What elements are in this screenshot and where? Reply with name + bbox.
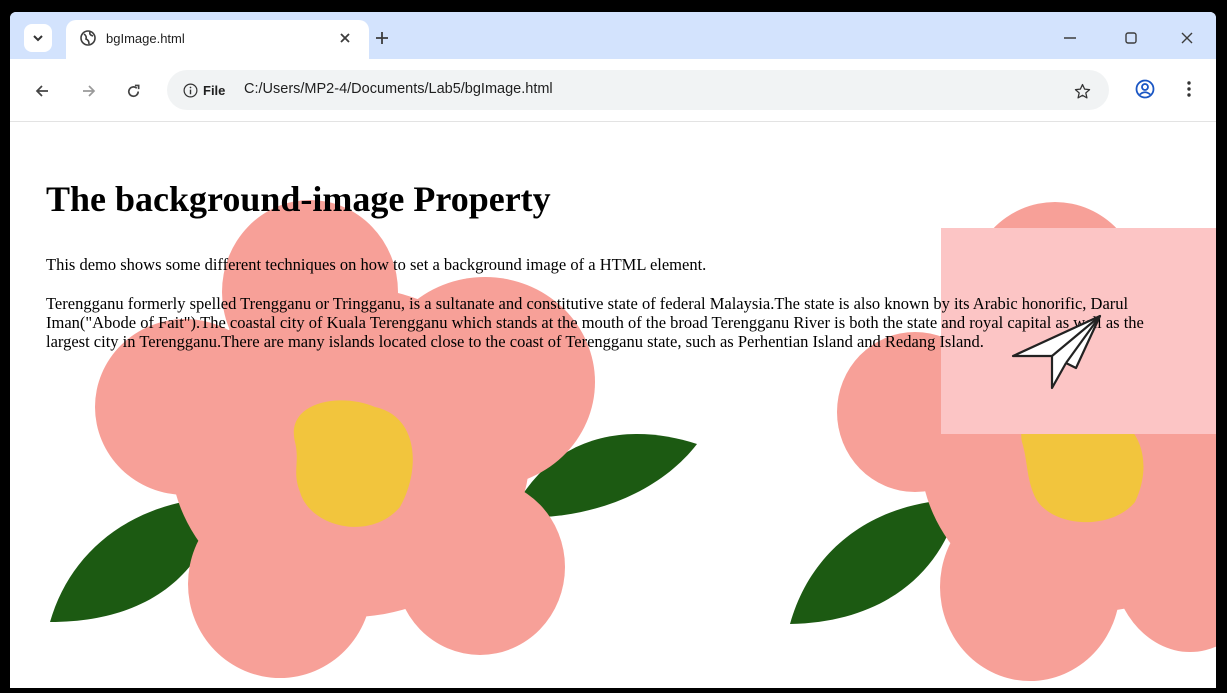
kebab-menu-icon	[1187, 81, 1191, 97]
flower-center-left	[293, 400, 413, 527]
intro-paragraph: This demo shows some different technique…	[46, 255, 707, 274]
browser-menu-button[interactable]	[1174, 74, 1204, 104]
tab-title: bgImage.html	[106, 31, 185, 46]
tab-active[interactable]: bgImage.html	[66, 20, 369, 59]
maximize-icon	[1125, 32, 1137, 44]
minimize-button[interactable]	[1054, 24, 1086, 52]
star-icon	[1074, 83, 1090, 99]
site-info-chip[interactable]: File	[177, 77, 231, 103]
new-tab-button[interactable]	[370, 26, 394, 50]
leaf-shape	[790, 499, 960, 624]
profile-button[interactable]	[1130, 74, 1160, 104]
tab-search-button[interactable]	[24, 24, 52, 52]
close-icon	[340, 33, 350, 43]
minimize-icon	[1064, 37, 1076, 39]
bookmark-button[interactable]	[1071, 80, 1093, 102]
info-icon	[183, 83, 198, 97]
window-close-button[interactable]	[1171, 24, 1203, 52]
profile-icon	[1135, 79, 1155, 99]
window-close-icon	[1181, 32, 1193, 44]
reload-button[interactable]	[119, 77, 147, 105]
browser-toolbar: File C:/Users/MP2-4/Documents/Lab5/bgIma…	[10, 59, 1216, 122]
browser-window: bgImage.html File C:/Users/MP2-4/Documen…	[10, 12, 1216, 688]
back-arrow-icon	[35, 85, 48, 97]
reload-icon	[127, 84, 139, 97]
site-chip-label: File	[203, 82, 226, 98]
back-button[interactable]	[28, 77, 56, 105]
paper-plane-icon	[1011, 314, 1102, 390]
maximize-button[interactable]	[1115, 24, 1147, 52]
address-bar[interactable]: File C:/Users/MP2-4/Documents/Lab5/bgIma…	[167, 70, 1109, 110]
forward-arrow-icon	[83, 85, 96, 97]
tab-close-button[interactable]	[333, 26, 357, 50]
globe-icon	[80, 30, 96, 46]
page-heading: The background-image Property	[46, 179, 551, 219]
plus-icon	[376, 32, 388, 44]
tab-search-icon	[33, 35, 43, 42]
tab-strip: bgImage.html	[10, 12, 1216, 59]
page-viewport: The background-image Property This demo …	[10, 122, 1216, 688]
url-text[interactable]: C:/Users/MP2-4/Documents/Lab5/bgImage.ht…	[244, 81, 553, 97]
forward-button[interactable]	[75, 77, 103, 105]
